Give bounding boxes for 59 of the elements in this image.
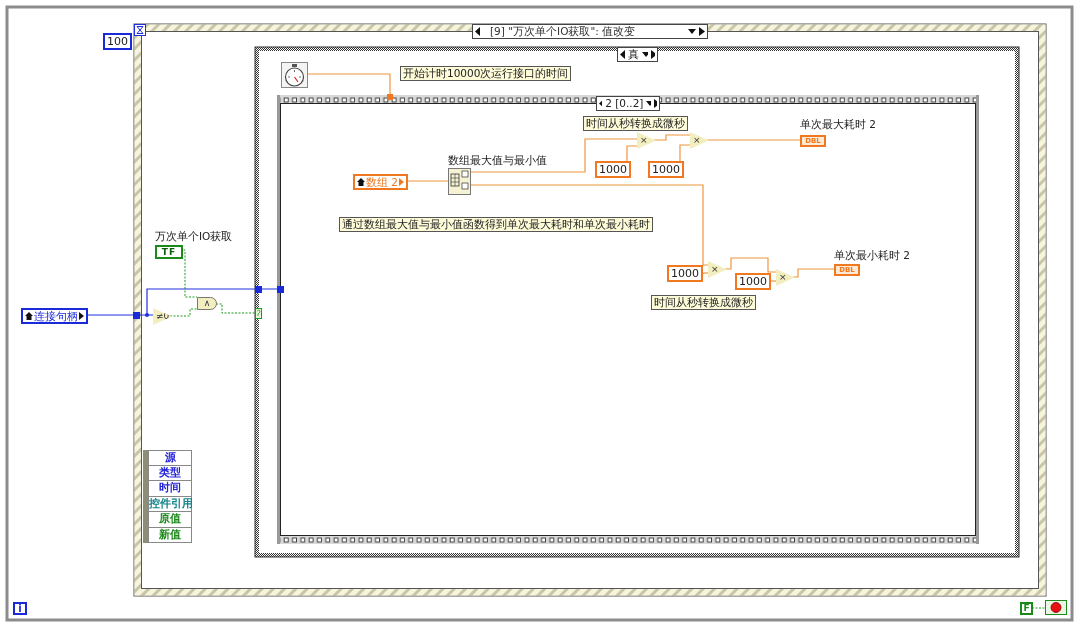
dropdown-arrow-icon: [641, 52, 648, 57]
tunnel: [277, 286, 284, 293]
increment-arrow-icon: [650, 50, 655, 59]
selector-terminal-icon: [255, 308, 262, 319]
decrement-arrow-icon: [620, 50, 625, 59]
event-data-field: 新值: [148, 527, 192, 543]
numeric-constant: 1000: [735, 273, 771, 290]
indicator-label: 单次最小耗时 2: [834, 249, 911, 262]
tunnel: [133, 312, 140, 319]
dropdown-arrow-icon: [688, 29, 696, 34]
indicator-label: 单次最大耗时 2: [800, 118, 877, 131]
event-data-field: 时间: [148, 481, 192, 497]
numeric-constant: 1000: [648, 161, 684, 178]
home-icon: [25, 312, 33, 320]
wire-junction: [145, 313, 149, 317]
arrow-icon: [399, 178, 405, 186]
increment-arrow-icon: [699, 27, 705, 36]
wire: [653, 134, 693, 141]
and-gate: ∧: [197, 297, 217, 310]
control-label: 连接句柄: [34, 310, 78, 322]
timeout-constant: 100: [103, 33, 132, 50]
wire: [1031, 607, 1046, 609]
decrement-arrow-icon: [475, 27, 481, 36]
event-data-field: 原值: [148, 512, 192, 528]
stop-icon: [1045, 600, 1067, 615]
hourglass-icon: [134, 24, 146, 36]
dropdown-arrow-icon: [646, 101, 651, 106]
home-icon: [357, 178, 365, 186]
boolean-terminal: TF: [155, 245, 183, 259]
sequence-selector[interactable]: 2 [0..2]: [596, 96, 660, 111]
control-label: 数组 2: [366, 176, 399, 188]
case-selector[interactable]: 真: [617, 47, 658, 62]
wire: [724, 257, 779, 273]
multiply-node: ×: [776, 269, 795, 286]
event-selector[interactable]: [9] "万次单个IO获取": 值改变: [472, 24, 708, 39]
numeric-constant: 1000: [667, 265, 703, 282]
array-function-icon: [448, 168, 471, 195]
comment: 时间从秒转换成微秒: [651, 295, 756, 310]
tunnel: [387, 94, 393, 100]
comment: 通过数组最大值与最小值函数得到单次最大耗时和单次最小耗时: [339, 217, 653, 232]
comment: 时间从秒转换成微秒: [583, 116, 688, 131]
multiply-node: ×: [637, 132, 656, 149]
arrow-icon: [79, 312, 84, 320]
wire: [792, 268, 835, 278]
stopwatch-icon: [281, 62, 308, 88]
tunnel: [255, 286, 262, 293]
decrement-arrow-icon: [599, 99, 603, 108]
control-label: 万次单个IO获取: [155, 230, 233, 243]
event-data-field: 类型: [148, 465, 192, 481]
event-data-field: 控件引用: [148, 496, 192, 512]
multiply-node: ×: [690, 132, 709, 149]
iteration-terminal: i: [13, 602, 27, 615]
boolean-constant: F: [1020, 602, 1033, 615]
numeric-constant: 1000: [595, 161, 631, 178]
function-label: 数组最大值与最小值: [448, 154, 547, 167]
comment: 开始计时10000次运行接口的时间: [400, 66, 572, 81]
increment-arrow-icon: [653, 99, 657, 108]
multiply-node: ×: [708, 261, 727, 278]
event-data-field: 源: [148, 450, 192, 466]
